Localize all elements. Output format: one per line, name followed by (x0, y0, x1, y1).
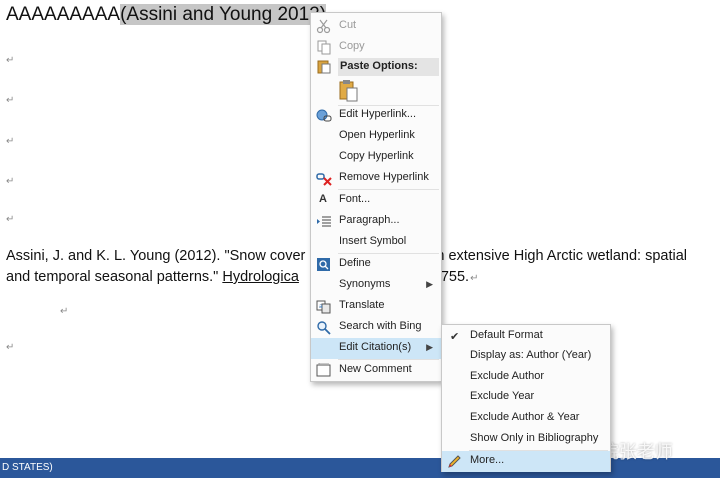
edit-hyperlink-label: Edit Hyperlink... (339, 108, 417, 120)
paragraph-mark: ↵ (6, 55, 15, 66)
chevron-right-icon: ▶ (426, 279, 433, 289)
scissors-icon (316, 19, 332, 34)
exclude-author-year-label: Exclude Author & Year (470, 411, 580, 423)
status-language[interactable]: D STATES) (2, 462, 53, 473)
copy-hyperlink-menu-item[interactable]: Copy Hyperlink (311, 147, 441, 168)
display-as-label: Display as: Author (Year) (470, 349, 592, 361)
selected-citation[interactable]: (Assini and Young 2012) (120, 4, 327, 25)
show-only-in-bibliography-menu-item[interactable]: Show Only in Bibliography (442, 429, 610, 450)
paragraph-label: Paragraph... (339, 214, 400, 226)
journal-name: Hydrologica (222, 269, 299, 285)
paragraph-mark: ↵ (6, 342, 15, 353)
context-menu: Cut Copy Paste Options: Edit Hyperlink..… (310, 12, 442, 382)
paste-options-header: Paste Options: (338, 58, 439, 76)
chevron-right-icon: ▶ (426, 342, 433, 352)
svg-text:a: a (319, 303, 323, 310)
pencil-icon (447, 454, 463, 469)
font-menu-item[interactable]: A Font... (311, 190, 441, 211)
checkmark-icon: ✔ (450, 331, 460, 343)
exclude-author-menu-item[interactable]: Exclude Author (442, 367, 610, 388)
copy-label: Copy (339, 40, 365, 52)
search-with-bing-label: Search with Bing (339, 320, 422, 332)
exclude-year-menu-item[interactable]: Exclude Year (442, 387, 610, 408)
title-text: AAAAAAAAA (6, 4, 121, 25)
copy-icon (316, 40, 332, 55)
font-label: Font... (339, 193, 371, 205)
font-icon: A (319, 193, 327, 205)
paste-keep-formatting-button[interactable] (338, 79, 360, 103)
citation-submenu: ✔ Default Format Display as: Author (Yea… (441, 324, 611, 472)
paragraph-mark: ↵ (6, 176, 15, 187)
comment-icon (316, 362, 332, 378)
search-with-bing-menu-item[interactable]: Search with Bing (311, 317, 441, 338)
new-comment-label: New Comment (339, 363, 412, 375)
paragraph-menu-item[interactable]: Paragraph... (311, 211, 441, 232)
paragraph-mark: ↵ (6, 95, 15, 106)
paragraph-mark: ↵ (6, 214, 15, 225)
define-menu-item[interactable]: Define (311, 254, 441, 275)
document-title-line[interactable]: AAAAAAAAA(Assini and Young 2012) (6, 4, 327, 26)
new-comment-menu-item[interactable]: New Comment (311, 360, 441, 381)
display-as-menu-item[interactable]: Display as: Author (Year) (442, 346, 610, 367)
reference-text: Assini, J. and K. L. Young (2012). "Snow… (6, 248, 306, 264)
paragraph-mark: ↵ (60, 306, 69, 317)
synonyms-label: Synonyms (339, 278, 391, 290)
show-only-in-bibliography-label: Show Only in Bibliography (470, 432, 599, 444)
cut-label: Cut (339, 19, 357, 31)
copy-hyperlink-label: Copy Hyperlink (339, 150, 414, 162)
cut-menu-item[interactable]: Cut (311, 16, 441, 37)
more-menu-item[interactable]: More... (442, 451, 610, 472)
search-icon (316, 320, 332, 335)
more-label: More... (470, 454, 505, 466)
remove-hyperlink-menu-item[interactable]: Remove Hyperlink (311, 168, 441, 189)
paragraph-mark: ↵ (470, 273, 479, 284)
synonyms-menu-item[interactable]: Synonyms ▶ (311, 275, 441, 296)
remove-hyperlink-label: Remove Hyperlink (339, 171, 429, 183)
define-label: Define (339, 257, 371, 269)
edit-citations-label: Edit Citation(s) (339, 341, 412, 353)
exclude-author-year-menu-item[interactable]: Exclude Author & Year (442, 408, 610, 429)
paragraph-mark: ↵ (6, 136, 15, 147)
copy-menu-item[interactable]: Copy (311, 37, 441, 58)
default-format-menu-item[interactable]: ✔ Default Format (442, 326, 610, 347)
reference-text: and temporal seasonal patterns." (6, 269, 223, 285)
exclude-author-label: Exclude Author (470, 370, 544, 382)
open-hyperlink-label: Open Hyperlink (339, 129, 415, 141)
paste-options-label: Paste Options: (340, 60, 418, 72)
paragraph-icon (316, 214, 332, 229)
translate-label: Translate (339, 299, 385, 311)
globe-link-icon (316, 108, 332, 123)
translate-icon: a (316, 299, 332, 314)
exclude-year-label: Exclude Year (470, 390, 535, 402)
define-icon (316, 257, 332, 272)
edit-hyperlink-menu-item[interactable]: Edit Hyperlink... (311, 105, 441, 126)
remove-link-icon (316, 171, 332, 186)
reference-text: n extensive High Arctic wetland: spatial (436, 248, 688, 264)
default-format-label: Default Format (470, 329, 543, 341)
edit-citations-menu-item[interactable]: Edit Citation(s) ▶ (311, 338, 441, 359)
clipboard-icon (316, 59, 332, 74)
insert-symbol-menu-item[interactable]: Insert Symbol (311, 232, 441, 253)
translate-menu-item[interactable]: a Translate (311, 296, 441, 317)
open-hyperlink-menu-item[interactable]: Open Hyperlink (311, 126, 441, 147)
insert-symbol-label: Insert Symbol (339, 235, 407, 247)
